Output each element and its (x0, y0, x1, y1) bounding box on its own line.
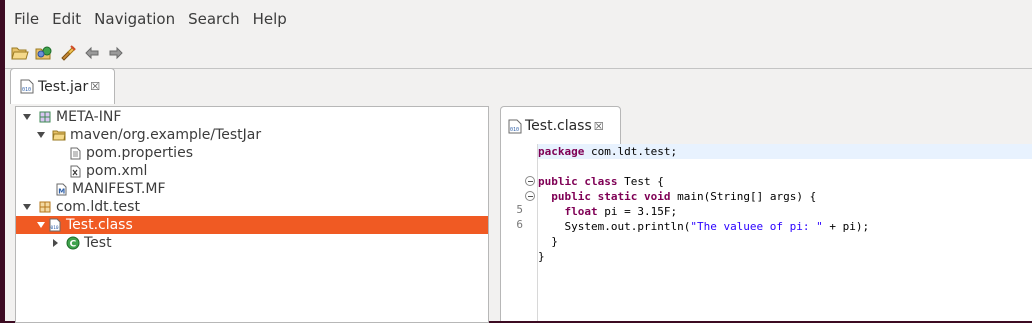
jar-tab-strip: 010 Test.jar ☒ (5, 68, 1032, 106)
folder-icon (52, 128, 66, 142)
tree-item-maven[interactable]: maven/org.example/TestJar (16, 126, 488, 144)
code-line: public static void main(String[] args) { (551, 190, 817, 203)
line-number: 6 (516, 218, 523, 231)
run-icon[interactable] (59, 44, 77, 62)
svg-text:M: M (58, 187, 65, 195)
menu-file[interactable]: File (8, 10, 45, 28)
svg-text:C: C (70, 239, 77, 249)
code-line: float pi = 3.15F; (564, 205, 678, 218)
text-file-icon (68, 146, 82, 160)
tree-item-label: pom.xml (86, 163, 148, 179)
tree-item-pom-properties[interactable]: pom.properties (16, 144, 488, 162)
menu-edit[interactable]: Edit (46, 10, 87, 28)
class-icon: C (66, 236, 80, 250)
code-line: } (538, 250, 545, 263)
menu-search[interactable]: Search (182, 10, 246, 28)
code-line: } (538, 235, 558, 248)
xml-file-icon (68, 164, 82, 178)
tree-item-label: maven/org.example/TestJar (70, 127, 262, 143)
svg-text:010: 010 (51, 225, 59, 231)
tree-item-com-ldt-test[interactable]: com.ldt.test (16, 198, 488, 216)
forward-arrow-icon[interactable] (107, 44, 125, 62)
toolbar (5, 38, 1032, 69)
close-icon[interactable]: ☒ (90, 81, 100, 92)
tree-item-pom-xml[interactable]: pom.xml (16, 162, 488, 180)
package-tree: META-INF maven/org.example/TestJar pom.p… (15, 106, 489, 323)
class-file-icon: 010 (48, 218, 62, 232)
fold-collapse-icon[interactable] (525, 176, 535, 186)
manifest-icon: M (54, 182, 68, 196)
class-editor: 010 Test.class ☒ 5 6 package com.ldt.tes… (497, 106, 1032, 321)
back-arrow-icon[interactable] (83, 44, 101, 62)
code-line: System.out.println("The valuee of pi: " … (538, 220, 870, 233)
tab-label: Test.class (525, 118, 592, 134)
tree-item-label: Test.class (66, 217, 133, 233)
code-line: public class Test { (538, 175, 664, 188)
tree-item-meta-inf[interactable]: META-INF (16, 108, 488, 126)
expand-toggle-icon[interactable] (22, 202, 32, 212)
tree-item-label: pom.properties (86, 145, 193, 161)
code-editor[interactable]: 5 6 package com.ldt.test; public class T… (500, 144, 1032, 321)
collapsed-toggle-icon[interactable] (50, 238, 60, 248)
tab-label: Test.jar (38, 78, 89, 95)
tree-item-manifest[interactable]: M MANIFEST.MF (16, 180, 488, 198)
package-icon (38, 110, 52, 124)
expand-toggle-icon[interactable] (36, 220, 46, 230)
tree-item-test-class[interactable]: 010 Test.class (16, 216, 488, 234)
eclipse-window: File Edit Navigation Search Help 010 Tes… (5, 0, 1032, 323)
tree-item-label: com.ldt.test (56, 199, 140, 215)
code-area[interactable]: package com.ldt.test; public class Test … (538, 144, 1032, 321)
class-file-icon: 010 (508, 119, 522, 133)
tree-item-label: Test (84, 235, 112, 251)
open-type-icon[interactable] (35, 44, 53, 62)
fold-collapse-icon[interactable] (525, 191, 535, 201)
open-file-icon[interactable] (11, 44, 29, 62)
menu-bar: File Edit Navigation Search Help (5, 0, 1032, 38)
tree-item-test-type[interactable]: C Test (16, 234, 488, 252)
tab-test-jar[interactable]: 010 Test.jar ☒ (10, 68, 115, 104)
line-number: 5 (516, 203, 523, 216)
tree-item-label: MANIFEST.MF (72, 181, 166, 197)
binary-file-icon: 010 (20, 79, 34, 94)
tab-test-class[interactable]: 010 Test.class ☒ (500, 106, 621, 145)
svg-text:010: 010 (22, 87, 31, 93)
menu-navigation[interactable]: Navigation (88, 10, 181, 28)
svg-text:010: 010 (510, 127, 519, 133)
line-number-ruler: 5 6 (501, 144, 538, 321)
menu-help[interactable]: Help (247, 10, 293, 28)
close-icon[interactable]: ☒ (594, 121, 604, 132)
code-line: package com.ldt.test; (538, 144, 1032, 159)
package-icon (38, 200, 52, 214)
expand-toggle-icon[interactable] (36, 130, 46, 140)
tree-item-label: META-INF (56, 109, 122, 125)
expand-toggle-icon[interactable] (22, 112, 32, 122)
